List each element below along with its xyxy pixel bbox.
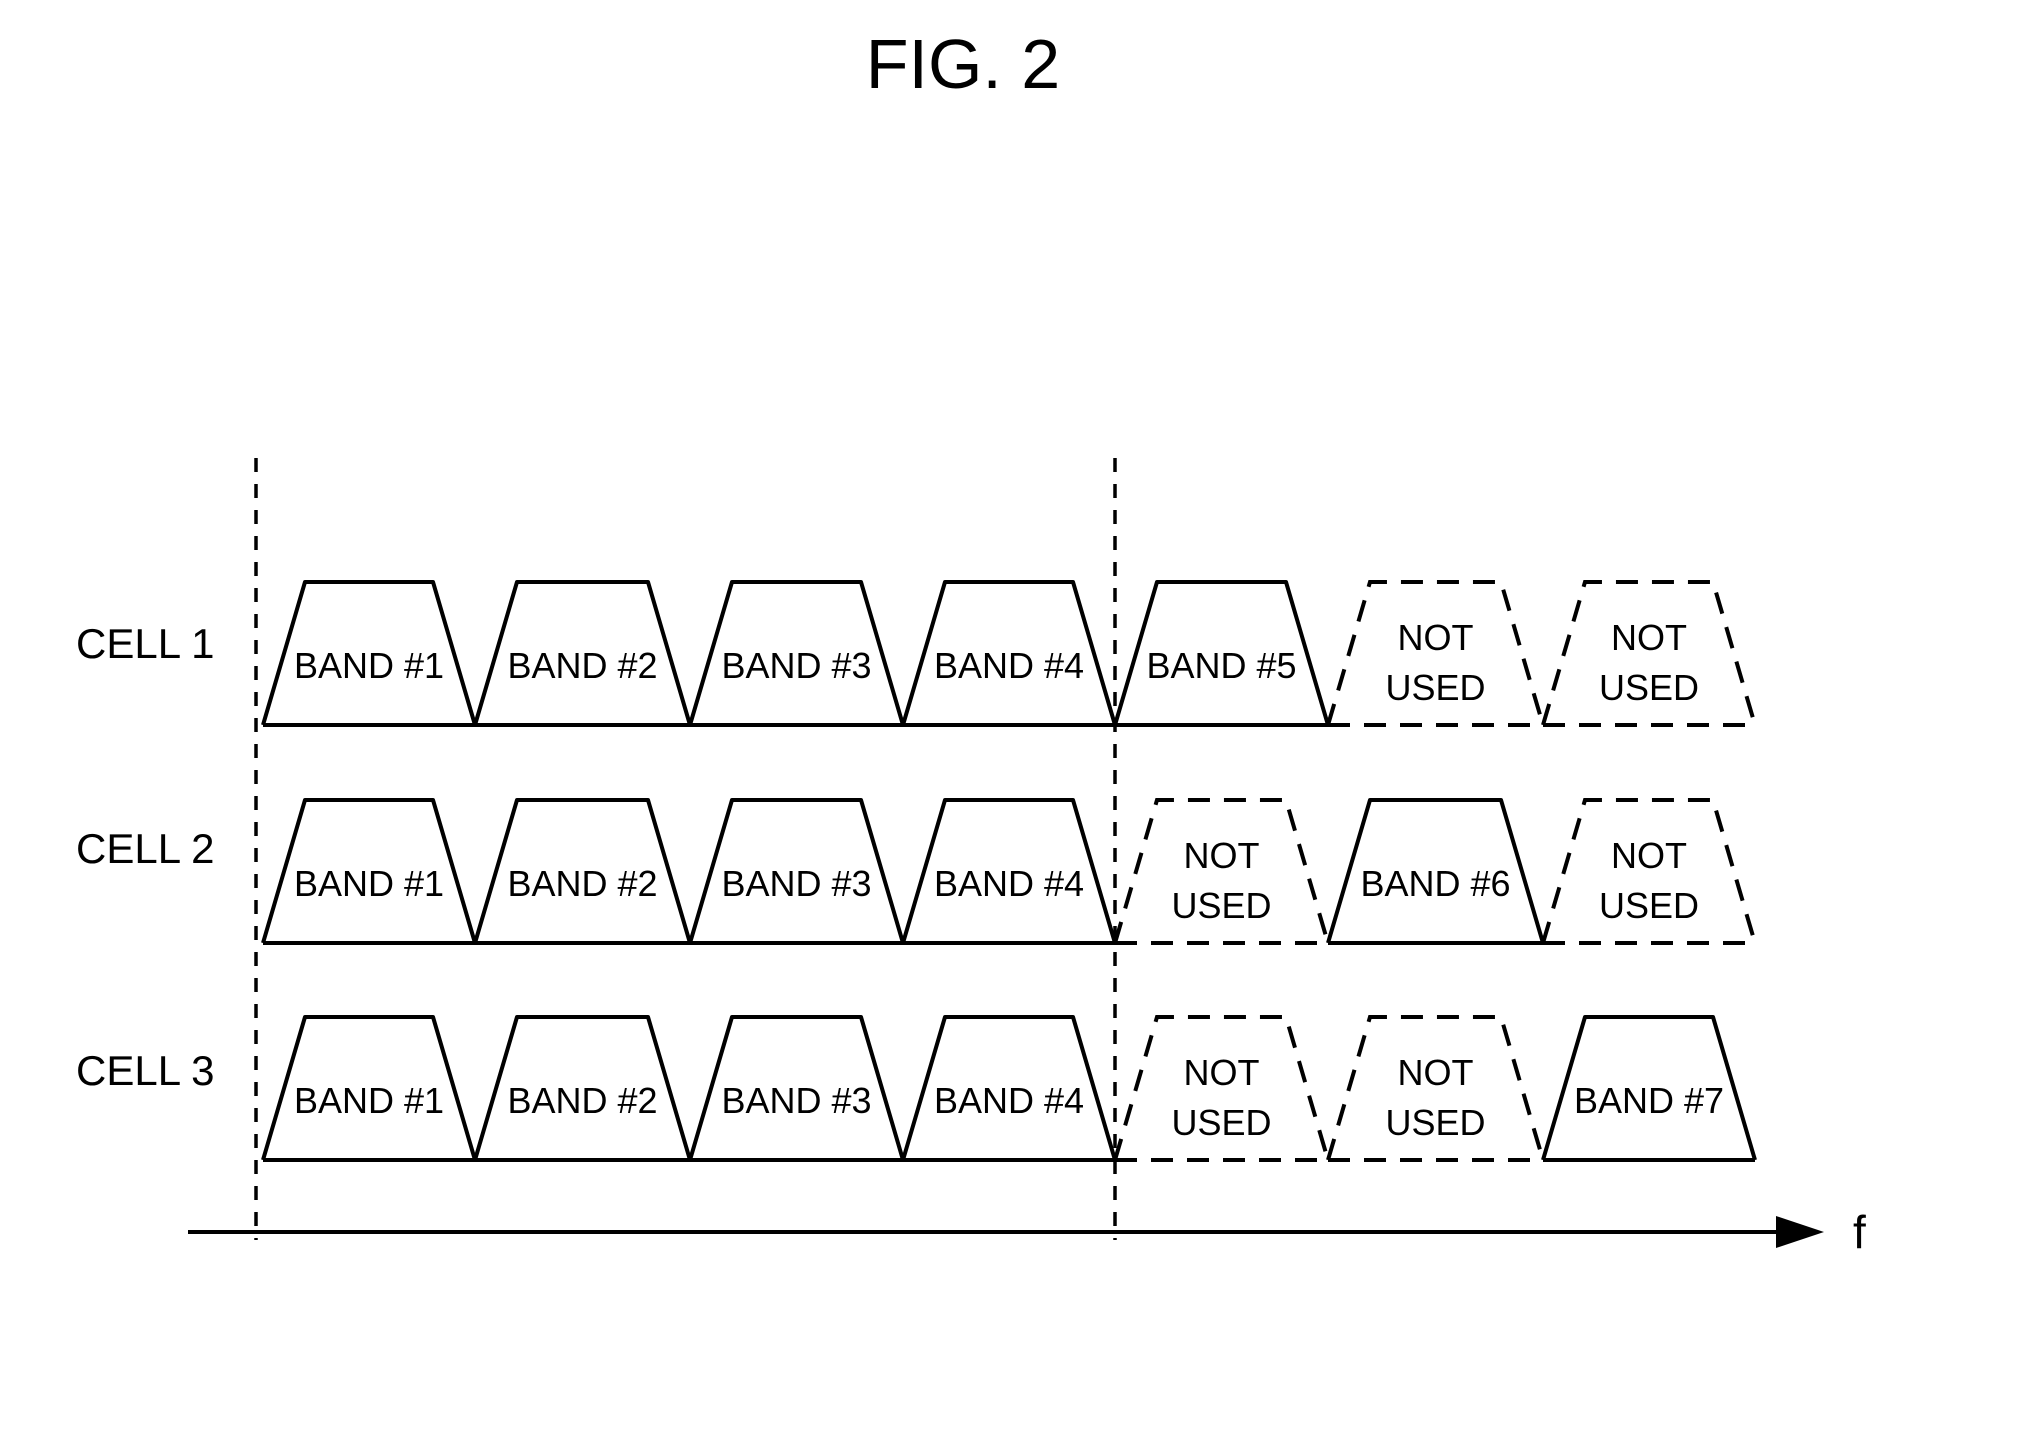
cell-label: CELL 2 (76, 825, 215, 872)
band-used: BAND #1 (261, 798, 477, 945)
band-label: BAND #7 (1574, 1080, 1724, 1121)
band-not-used: NOT USED (1541, 580, 1757, 727)
band-label: BAND #3 (721, 1080, 871, 1121)
band-used: BAND #4 (901, 580, 1117, 727)
axis-arrowhead-icon (1776, 1216, 1824, 1248)
band-used: BAND #2 (473, 798, 692, 945)
band-used: BAND #5 (1113, 580, 1330, 727)
band-label: BAND #4 (934, 645, 1084, 686)
band-label: BAND #2 (507, 645, 657, 686)
not-used-label-line2: USED (1385, 667, 1485, 708)
not-used-label-line2: USED (1385, 1102, 1485, 1143)
band-label: BAND #2 (507, 863, 657, 904)
band-label: BAND #1 (294, 645, 444, 686)
band-used: BAND #3 (688, 1015, 905, 1162)
band-used: BAND #3 (688, 580, 905, 727)
band-used: BAND #1 (261, 1015, 477, 1162)
band-not-used: NOT USED (1113, 1015, 1330, 1162)
band-used: BAND #7 (1541, 1015, 1757, 1162)
band-not-used: NOT USED (1541, 798, 1757, 945)
not-used-label-line2: USED (1599, 885, 1699, 926)
band-not-used: NOT USED (1113, 798, 1330, 945)
axis-label: f (1853, 1206, 1866, 1258)
band-label: BAND #1 (294, 863, 444, 904)
band-label: BAND #2 (507, 1080, 657, 1121)
band-used: BAND #4 (901, 1015, 1117, 1162)
not-used-label-line1: NOT (1184, 835, 1260, 876)
figure-canvas: FIG. 2 CELL 1 BAND #1 BAND #2 BAND #3 BAND #… (76, 25, 1866, 1258)
cell-row-3: CELL 3 BAND #1 BAND #2 BAND #3 BAND #4 NOT USE… (76, 1015, 1757, 1162)
band-label: BAND #1 (294, 1080, 444, 1121)
band-used: BAND #2 (473, 1015, 692, 1162)
cell-row-2: CELL 2 BAND #1 BAND #2 BAND #3 BAND #4 NOT USE… (76, 798, 1757, 945)
band-used: BAND #1 (261, 580, 477, 727)
not-used-label-line1: NOT (1611, 617, 1687, 658)
band-label: BAND #3 (721, 863, 871, 904)
not-used-label-line1: NOT (1398, 1052, 1474, 1093)
band-label: BAND #3 (721, 645, 871, 686)
cell-rows: CELL 1 BAND #1 BAND #2 BAND #3 BAND #4 BAND #… (76, 580, 1757, 1162)
not-used-label-line2: USED (1171, 1102, 1271, 1143)
band-not-used: NOT USED (1326, 580, 1545, 727)
not-used-label-line1: NOT (1184, 1052, 1260, 1093)
figure-title: FIG. 2 (866, 25, 1060, 103)
band-label: BAND #4 (934, 1080, 1084, 1121)
band-label: BAND #5 (1146, 645, 1296, 686)
not-used-label-line1: NOT (1398, 617, 1474, 658)
not-used-label-line2: USED (1599, 667, 1699, 708)
cell-row-1: CELL 1 BAND #1 BAND #2 BAND #3 BAND #4 BAND #… (76, 580, 1757, 727)
cell-label: CELL 1 (76, 620, 215, 667)
band-not-used: NOT USED (1326, 1015, 1545, 1162)
cell-label: CELL 3 (76, 1047, 215, 1094)
band-used: BAND #4 (901, 798, 1117, 945)
band-used: BAND #2 (473, 580, 692, 727)
not-used-label-line2: USED (1171, 885, 1271, 926)
not-used-label-line1: NOT (1611, 835, 1687, 876)
band-used: BAND #6 (1326, 798, 1545, 945)
band-used: BAND #3 (688, 798, 905, 945)
band-label: BAND #4 (934, 863, 1084, 904)
band-label: BAND #6 (1360, 863, 1510, 904)
